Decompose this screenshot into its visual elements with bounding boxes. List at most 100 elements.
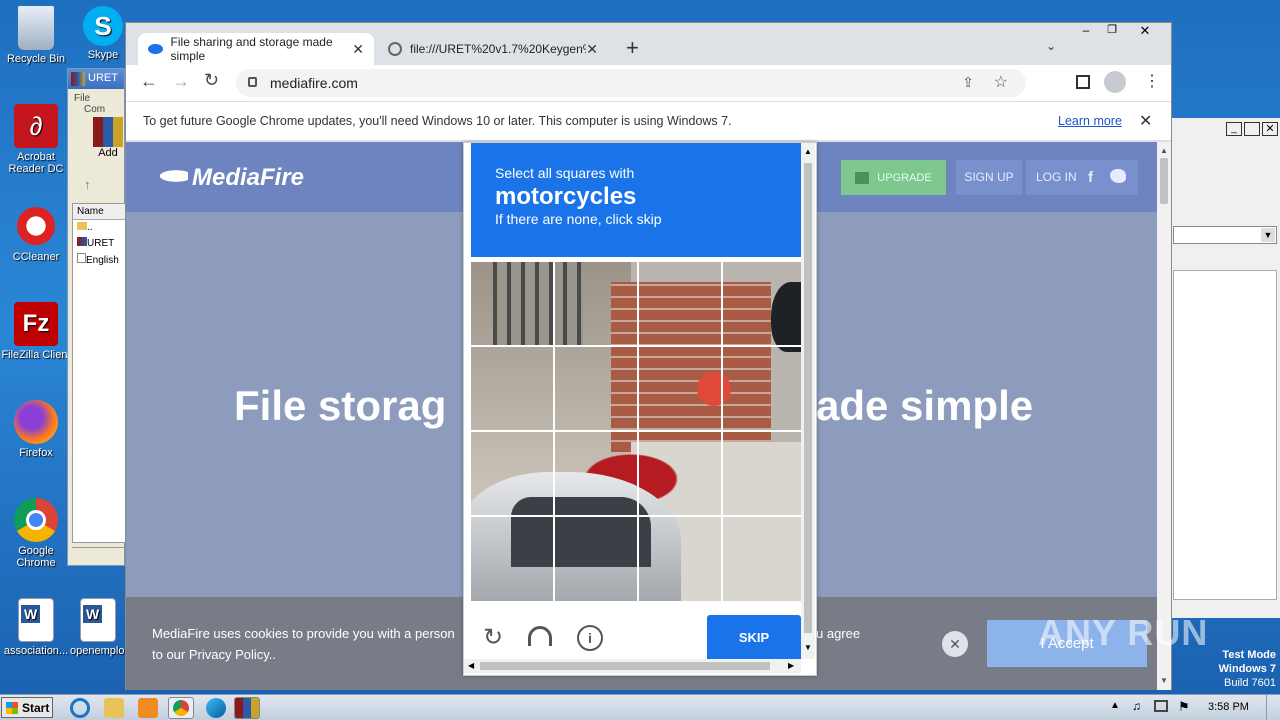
winrar-menu-file[interactable]: File (74, 93, 90, 104)
learn-more-link[interactable]: Learn more (1058, 114, 1122, 128)
winrar-window[interactable]: URET File Com Add ↑ Name .. URET English (67, 68, 126, 566)
reload-icon[interactable]: ↻ (204, 70, 219, 91)
windows-logo-icon (6, 701, 18, 714)
winrar-menu[interactable]: File Com (68, 89, 124, 119)
explorer-icon[interactable] (104, 698, 124, 718)
scroll-left-arrow[interactable]: ◀ (468, 661, 474, 670)
twitter-icon[interactable] (1110, 169, 1126, 183)
captcha-vscrollbar[interactable]: ▲ ▼ (801, 143, 815, 659)
dropdown-field[interactable]: ▼ (1173, 226, 1277, 244)
desktop-icon-firefox[interactable]: Firefox (1, 400, 71, 459)
close-tab-icon[interactable]: ✕ (352, 41, 364, 58)
maximize-icon[interactable] (1244, 122, 1260, 136)
captcha-header: Select all squares with motorcycles If t… (471, 143, 801, 257)
profile-avatar-icon[interactable] (1104, 71, 1126, 93)
desktop-icon-skype[interactable]: S Skype (74, 6, 132, 61)
scroll-thumb[interactable] (1160, 158, 1168, 204)
close-icon[interactable]: ✕ (1125, 23, 1165, 39)
desktop-icon-openemplo-doc[interactable]: W openemplo... (70, 598, 134, 657)
desktop-icon-acrobat[interactable]: ∂ Acrobat Reader DC (1, 104, 71, 175)
restore-icon[interactable]: ❐ (1099, 23, 1125, 39)
tab-file-uret[interactable]: file:///URET%20v1.7%20Keygen% ✕ (378, 33, 608, 65)
chrome-menu-icon[interactable]: ⋮ (1144, 71, 1160, 91)
chevron-down-icon[interactable]: ▼ (1261, 228, 1275, 242)
winrar-file-list[interactable]: Name .. URET English (72, 203, 126, 543)
window-controls[interactable]: _ ✕ (1226, 122, 1278, 136)
share-icon[interactable]: ⇪ (962, 74, 974, 91)
audio-challenge-icon[interactable] (528, 626, 552, 646)
tab-title: File sharing and storage made simple (170, 35, 333, 63)
scroll-thumb[interactable] (480, 662, 770, 670)
captcha-challenge[interactable]: Select all squares with motorcycles If t… (463, 142, 817, 676)
hero-text-left: File storag (234, 382, 447, 429)
cookie-close-icon[interactable]: ✕ (942, 631, 968, 657)
action-center-flag-icon[interactable]: ⚑ (1178, 699, 1190, 715)
chrome-taskbar-icon[interactable] (168, 697, 194, 719)
address-bar[interactable]: mediafire.com ⇪ ☆ (236, 69, 1026, 97)
captcha-hscrollbar[interactable]: ◀ ▶ (464, 659, 801, 673)
winrar-add-button[interactable]: Add (90, 117, 126, 159)
signup-button[interactable]: SIGN UP (956, 160, 1022, 195)
desktop-icon-google-chrome[interactable]: Google Chrome (1, 498, 71, 569)
show-desktop-button[interactable] (1266, 695, 1280, 720)
scroll-up-arrow[interactable]: ▲ (804, 147, 812, 156)
column-header-name[interactable]: Name (73, 204, 125, 220)
list-item[interactable]: .. (73, 220, 125, 235)
page-scrollbar[interactable]: ▲ ▼ (1157, 142, 1171, 690)
chrome-window-controls[interactable]: – ❐ ✕ (1073, 23, 1165, 39)
winrar-add-label: Add (98, 147, 118, 159)
desktop-icon-association-doc[interactable]: W association... (1, 598, 71, 657)
mediafire-logo[interactable]: MediaFire (192, 164, 304, 192)
up-arrow-icon[interactable]: ↑ (84, 177, 91, 192)
scroll-down-arrow[interactable]: ▼ (1160, 676, 1168, 685)
ie-icon[interactable] (70, 698, 90, 718)
back-icon[interactable]: ← (140, 71, 158, 92)
edge-icon[interactable] (206, 698, 226, 718)
tab-mediafire[interactable]: File sharing and storage made simple ✕ (138, 33, 374, 65)
bookmark-star-icon[interactable]: ☆ (994, 72, 1008, 92)
anyrun-watermark: ANY RUN (1038, 612, 1209, 653)
login-button[interactable]: LOG IN f (1026, 160, 1138, 195)
scroll-right-arrow[interactable]: ▶ (788, 661, 794, 670)
close-icon[interactable]: ✕ (1262, 122, 1278, 136)
close-tab-icon[interactable]: ✕ (586, 41, 598, 58)
reload-challenge-icon[interactable]: ↻ (483, 623, 503, 652)
volume-icon[interactable]: ♫ (1132, 699, 1141, 713)
network-icon[interactable] (1154, 700, 1168, 712)
scroll-up-arrow[interactable]: ▲ (1160, 146, 1168, 155)
start-button[interactable]: Start (1, 697, 53, 718)
recycle-bin-icon (18, 6, 54, 50)
minimize-icon[interactable]: – (1073, 23, 1099, 39)
archive-icon (77, 237, 87, 246)
show-hidden-icons-icon[interactable]: ▲ (1110, 700, 1120, 711)
new-tab-button[interactable]: + (626, 35, 639, 61)
scroll-thumb[interactable] (804, 163, 812, 633)
close-infobar-icon[interactable]: ✕ (1139, 111, 1152, 131)
winrar-menu-commands[interactable]: Com (84, 104, 105, 115)
folder-up-icon (77, 222, 87, 230)
scene-dark-car (771, 282, 801, 352)
desktop-icon-recycle-bin[interactable]: Recycle Bin (1, 6, 71, 65)
background-window-right[interactable]: _ ✕ ▼ (1170, 118, 1280, 618)
clock[interactable]: 3:58 PM (1208, 701, 1249, 713)
grid-line (471, 345, 801, 347)
scroll-down-arrow[interactable]: ▼ (804, 643, 812, 652)
desktop-icon-ccleaner[interactable]: CCleaner (1, 204, 71, 263)
tab-search-icon[interactable]: ⌄ (1046, 39, 1056, 53)
facebook-icon[interactable]: f (1088, 160, 1093, 195)
media-player-icon[interactable] (138, 698, 158, 718)
captcha-target: motorcycles (495, 183, 637, 210)
side-panel-icon[interactable] (1076, 75, 1090, 89)
list-item[interactable]: English (73, 251, 125, 268)
minimize-icon[interactable]: _ (1226, 122, 1242, 136)
desktop-icon-filezilla[interactable]: Fz FileZilla Client (1, 302, 71, 361)
skip-button[interactable]: SKIP (707, 615, 801, 659)
forward-icon[interactable]: → (172, 71, 190, 92)
info-icon[interactable]: i (577, 625, 603, 651)
winrar-taskbar-icon[interactable] (234, 697, 260, 719)
winrar-titlebar[interactable]: URET (68, 69, 124, 89)
mediafire-logo-icon (148, 166, 188, 186)
list-item[interactable]: URET (73, 235, 125, 251)
cookie-text-line2[interactable]: to our Privacy Policy.. (152, 647, 276, 662)
upgrade-button[interactable]: UPGRADE (841, 160, 946, 195)
